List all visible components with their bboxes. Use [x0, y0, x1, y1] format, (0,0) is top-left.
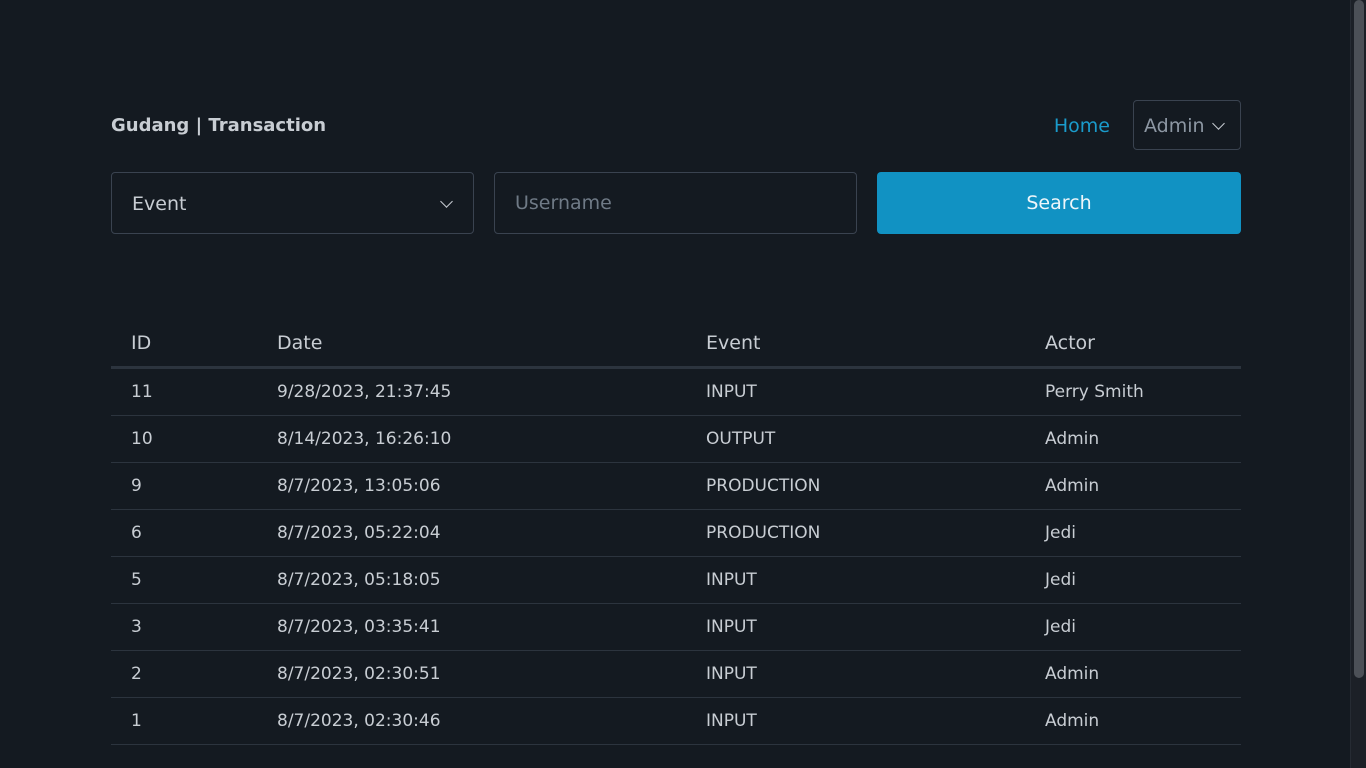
table-header: ID Date Event Actor [111, 320, 1241, 369]
cell-date: 8/14/2023, 16:26:10 [257, 415, 686, 463]
cell-id: 2 [111, 650, 257, 698]
cell-actor: Admin [1025, 650, 1241, 698]
role-select[interactable]: Admin [1133, 100, 1241, 150]
cell-date: 8/7/2023, 03:35:41 [257, 603, 686, 651]
event-select-value: Event [132, 193, 187, 215]
role-select-value: Admin [1144, 115, 1205, 137]
cell-id: 3 [111, 603, 257, 651]
page-title: Gudang | Transaction [111, 115, 327, 136]
search-button[interactable]: Search [877, 172, 1241, 234]
cell-actor: Perry Smith [1025, 367, 1241, 416]
cell-actor: Admin [1025, 697, 1241, 745]
cell-date: 8/7/2023, 05:18:05 [257, 556, 686, 604]
cell-id: 9 [111, 462, 257, 510]
cell-actor: Jedi [1025, 603, 1241, 651]
cell-actor: Admin [1025, 462, 1241, 510]
table-row: 6 8/7/2023, 05:22:04 PRODUCTION Jedi [111, 509, 1241, 557]
cell-id: 11 [111, 367, 257, 416]
cell-actor: Admin [1025, 415, 1241, 463]
cell-event: INPUT [686, 650, 1025, 698]
table-row: 2 8/7/2023, 02:30:51 INPUT Admin [111, 650, 1241, 698]
cell-id: 10 [111, 415, 257, 463]
cell-event: INPUT [686, 603, 1025, 651]
cell-date: 8/7/2023, 02:30:46 [257, 697, 686, 745]
cell-event: INPUT [686, 697, 1025, 745]
column-header-event: Event [686, 320, 1025, 369]
cell-date: 8/7/2023, 02:30:51 [257, 650, 686, 698]
cell-id: 1 [111, 697, 257, 745]
chevron-down-icon [440, 195, 453, 208]
cell-event: PRODUCTION [686, 509, 1025, 557]
table-header-row: ID Date Event Actor [111, 320, 1241, 369]
username-input[interactable] [494, 172, 857, 234]
cell-date: 8/7/2023, 13:05:06 [257, 462, 686, 510]
cell-event: OUTPUT [686, 415, 1025, 463]
filter-bar: Event Search [111, 172, 1241, 234]
scrollbar-thumb[interactable] [1354, 0, 1364, 678]
column-header-date: Date [257, 320, 686, 369]
table-row: 5 8/7/2023, 05:18:05 INPUT Jedi [111, 556, 1241, 604]
cell-date: 8/7/2023, 05:22:04 [257, 509, 686, 557]
cell-event: PRODUCTION [686, 462, 1025, 510]
cell-id: 5 [111, 556, 257, 604]
table-row: 10 8/14/2023, 16:26:10 OUTPUT Admin [111, 415, 1241, 463]
vertical-scrollbar[interactable] [1350, 0, 1366, 768]
header: Gudang | Transaction Home Admin [111, 100, 1241, 152]
table-row: 11 9/28/2023, 21:37:45 INPUT Perry Smith [111, 367, 1241, 416]
event-select[interactable]: Event [111, 172, 474, 234]
cell-event: INPUT [686, 367, 1025, 416]
column-header-actor: Actor [1025, 320, 1241, 369]
cell-actor: Jedi [1025, 509, 1241, 557]
transactions-table: ID Date Event Actor 11 9/28/2023, 21:37:… [111, 320, 1241, 745]
cell-event: INPUT [686, 556, 1025, 604]
home-link[interactable]: Home [1054, 115, 1110, 137]
cell-date: 9/28/2023, 21:37:45 [257, 367, 686, 416]
cell-actor: Jedi [1025, 556, 1241, 604]
page: Gudang | Transaction Home Admin Event Se… [0, 0, 1366, 768]
table-body: 11 9/28/2023, 21:37:45 INPUT Perry Smith… [111, 367, 1241, 745]
table-row: 1 8/7/2023, 02:30:46 INPUT Admin [111, 697, 1241, 745]
table-row: 3 8/7/2023, 03:35:41 INPUT Jedi [111, 603, 1241, 651]
cell-id: 6 [111, 509, 257, 557]
chevron-down-icon [1212, 117, 1225, 130]
column-header-id: ID [111, 320, 257, 369]
table-row: 9 8/7/2023, 13:05:06 PRODUCTION Admin [111, 462, 1241, 510]
